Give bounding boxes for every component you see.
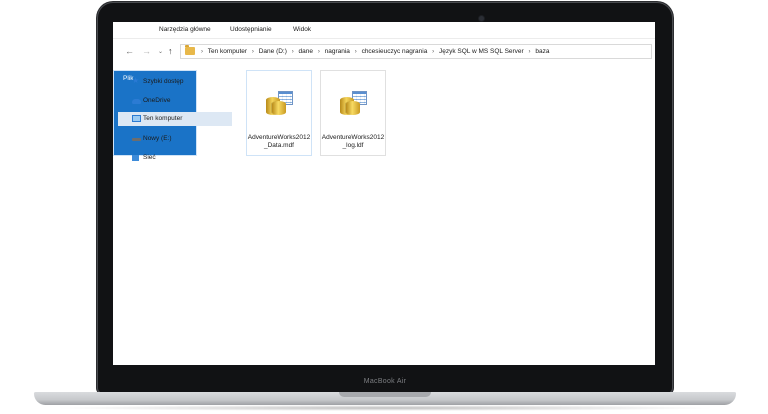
- chevron-right-icon: ›: [317, 49, 320, 55]
- tab-view[interactable]: Widok: [293, 22, 311, 38]
- tab-share[interactable]: Udostępnianie: [230, 22, 272, 38]
- camera-dot: [479, 16, 484, 21]
- sidebar-item-drive-e[interactable]: Nowy (E:): [118, 132, 232, 146]
- chevron-right-icon: ›: [201, 49, 203, 55]
- file-name: AdventureWorks2012_log.ldf: [321, 134, 385, 149]
- file-item[interactable]: AdventureWorks2012_log.ldf: [320, 70, 386, 156]
- breadcrumb-item[interactable]: Ten komputer: [208, 48, 247, 55]
- tab-home[interactable]: Narzędzia główne: [159, 22, 211, 38]
- chevron-right-icon: ›: [251, 49, 254, 55]
- file-item[interactable]: AdventureWorks2012_Data.mdf: [246, 70, 312, 156]
- file-name: AdventureWorks2012_Data.mdf: [247, 134, 311, 149]
- explorer-window: Plik Narzędzia główne Udostępnianie Wido…: [113, 22, 655, 365]
- navigation-pane: ★ Szybki dostęp OneDrive Ten komputer No…: [113, 72, 233, 192]
- chevron-right-icon: ›: [432, 49, 435, 55]
- breadcrumb-item[interactable]: dane: [299, 48, 313, 55]
- navigation-row: ← → ⌄ ↑ › Ten komputer › Dane (D:) › dan…: [113, 41, 655, 61]
- breadcrumb-item[interactable]: nagrania: [325, 48, 350, 55]
- sidebar-item-onedrive[interactable]: OneDrive: [118, 94, 232, 108]
- up-arrow-icon[interactable]: ↑: [168, 45, 173, 57]
- sidebar-item-label: Ten komputer: [143, 115, 183, 122]
- recent-locations-chevron-icon[interactable]: ⌄: [158, 46, 163, 58]
- breadcrumb-item[interactable]: Dane (D:): [259, 48, 287, 55]
- back-arrow-icon[interactable]: ←: [125, 45, 134, 57]
- sidebar-item-label: OneDrive: [143, 97, 171, 104]
- star-icon: ★: [132, 76, 140, 85]
- sidebar-item-network[interactable]: Sieć: [118, 151, 232, 165]
- breadcrumb-item[interactable]: Język SQL w MS SQL Server: [439, 48, 524, 55]
- database-file-icon: [340, 91, 367, 115]
- chevron-right-icon: ›: [528, 49, 531, 55]
- laptop-notch: [339, 392, 431, 397]
- network-icon: [132, 155, 139, 161]
- database-file-icon: [266, 91, 293, 115]
- computer-icon: [132, 115, 141, 122]
- forward-arrow-icon[interactable]: →: [142, 45, 151, 57]
- chevron-right-icon: ›: [354, 49, 357, 55]
- sidebar-item-label: Szybki dostęp: [143, 78, 184, 85]
- address-bar[interactable]: › Ten komputer › Dane (D:) › dane › nagr…: [180, 44, 652, 59]
- laptop-shadow: [52, 405, 718, 411]
- sidebar-item-label: Nowy (E:): [143, 135, 172, 142]
- breadcrumb: › Ten komputer › Dane (D:) › dane › nagr…: [198, 45, 549, 58]
- drive-icon: [132, 138, 141, 141]
- model-label: MacBook Air: [363, 378, 407, 385]
- breadcrumb-item[interactable]: chcesieuczyc nagrania: [362, 48, 428, 55]
- sidebar-item-quick-access[interactable]: ★ Szybki dostęp: [118, 75, 232, 89]
- ribbon: Plik Narzędzia główne Udostępnianie Wido…: [113, 22, 655, 156]
- cloud-icon: [132, 99, 141, 104]
- sidebar-item-this-pc[interactable]: Ten komputer: [118, 112, 232, 126]
- breadcrumb-item[interactable]: baza: [535, 48, 549, 55]
- sidebar-item-label: Sieć: [143, 154, 156, 161]
- chevron-right-icon: ›: [291, 49, 294, 55]
- folder-icon: [185, 45, 195, 55]
